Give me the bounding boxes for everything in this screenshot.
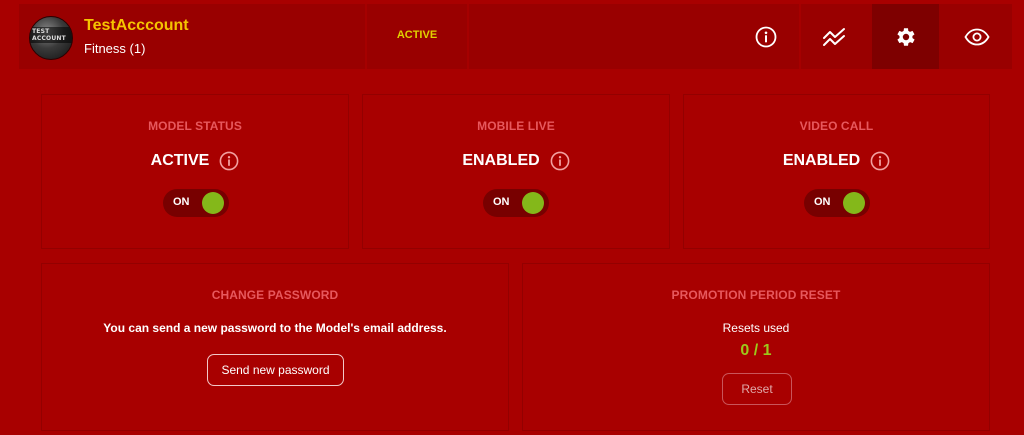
nav-info-button[interactable]: [732, 4, 799, 69]
video-call-row: ENABLED: [684, 151, 989, 171]
nav-preview-button[interactable]: [941, 4, 1012, 69]
resets-used-label: Resets used: [722, 321, 790, 335]
video-call-toggle[interactable]: ON: [804, 189, 870, 217]
info-icon[interactable]: [550, 151, 570, 171]
toggle-label: ON: [814, 196, 831, 208]
card-title: CHANGE PASSWORD: [211, 288, 339, 302]
account-status-badge: ACTIVE: [396, 29, 438, 41]
card-title: MODEL STATUS: [148, 119, 242, 133]
mobile-live-row: ENABLED: [363, 151, 669, 171]
mobile-live-card: MOBILE LIVE ENABLED ON: [362, 94, 670, 249]
mobile-live-value: ENABLED: [462, 152, 540, 169]
model-status-value: ACTIVE: [150, 152, 210, 169]
info-icon[interactable]: [870, 151, 890, 171]
gear-icon: [896, 27, 915, 46]
model-status-toggle[interactable]: ON: [163, 189, 229, 217]
toggle-knob: [202, 192, 224, 214]
resets-used-value: 0 / 1: [740, 342, 772, 359]
card-title: PROMOTION PERIOD RESET: [671, 288, 841, 302]
info-icon: [755, 26, 776, 47]
account-profile: TEST ACCOUNT TestAcccount Fitness (1): [19, 4, 365, 69]
account-category: Fitness (1): [84, 41, 146, 56]
change-password-card: CHANGE PASSWORD You can send a new passw…: [41, 263, 509, 431]
account-header: TEST ACCOUNT TestAcccount Fitness (1) AC…: [19, 4, 1012, 69]
avatar: TEST ACCOUNT: [29, 16, 73, 60]
avatar-text: TEST ACCOUNT: [30, 27, 72, 43]
info-icon[interactable]: [219, 151, 239, 171]
toggle-label: ON: [173, 196, 190, 208]
nav-settings-button[interactable]: [872, 4, 939, 69]
eye-icon: [963, 28, 990, 45]
video-call-value: ENABLED: [782, 152, 861, 169]
video-call-card: VIDEO CALL ENABLED ON: [683, 94, 990, 249]
promotion-reset-card: PROMOTION PERIOD RESET Resets used 0 / 1…: [522, 263, 990, 431]
account-name: TestAcccount: [84, 17, 189, 34]
reset-button[interactable]: Reset: [722, 373, 792, 405]
model-status-row: ACTIVE: [42, 151, 348, 171]
model-status-card: MODEL STATUS ACTIVE ON: [41, 94, 349, 249]
toggle-knob: [522, 192, 544, 214]
mobile-live-toggle[interactable]: ON: [483, 189, 549, 217]
card-title: MOBILE LIVE: [477, 119, 555, 133]
divider: [467, 4, 469, 69]
send-new-password-button[interactable]: Send new password: [207, 354, 344, 386]
toggle-knob: [843, 192, 865, 214]
nav-statistics-button[interactable]: [801, 4, 868, 69]
trend-icon: [822, 27, 845, 46]
toggle-label: ON: [493, 196, 510, 208]
card-title: VIDEO CALL: [799, 119, 874, 133]
change-password-description: You can send a new password to the Model…: [103, 321, 447, 335]
